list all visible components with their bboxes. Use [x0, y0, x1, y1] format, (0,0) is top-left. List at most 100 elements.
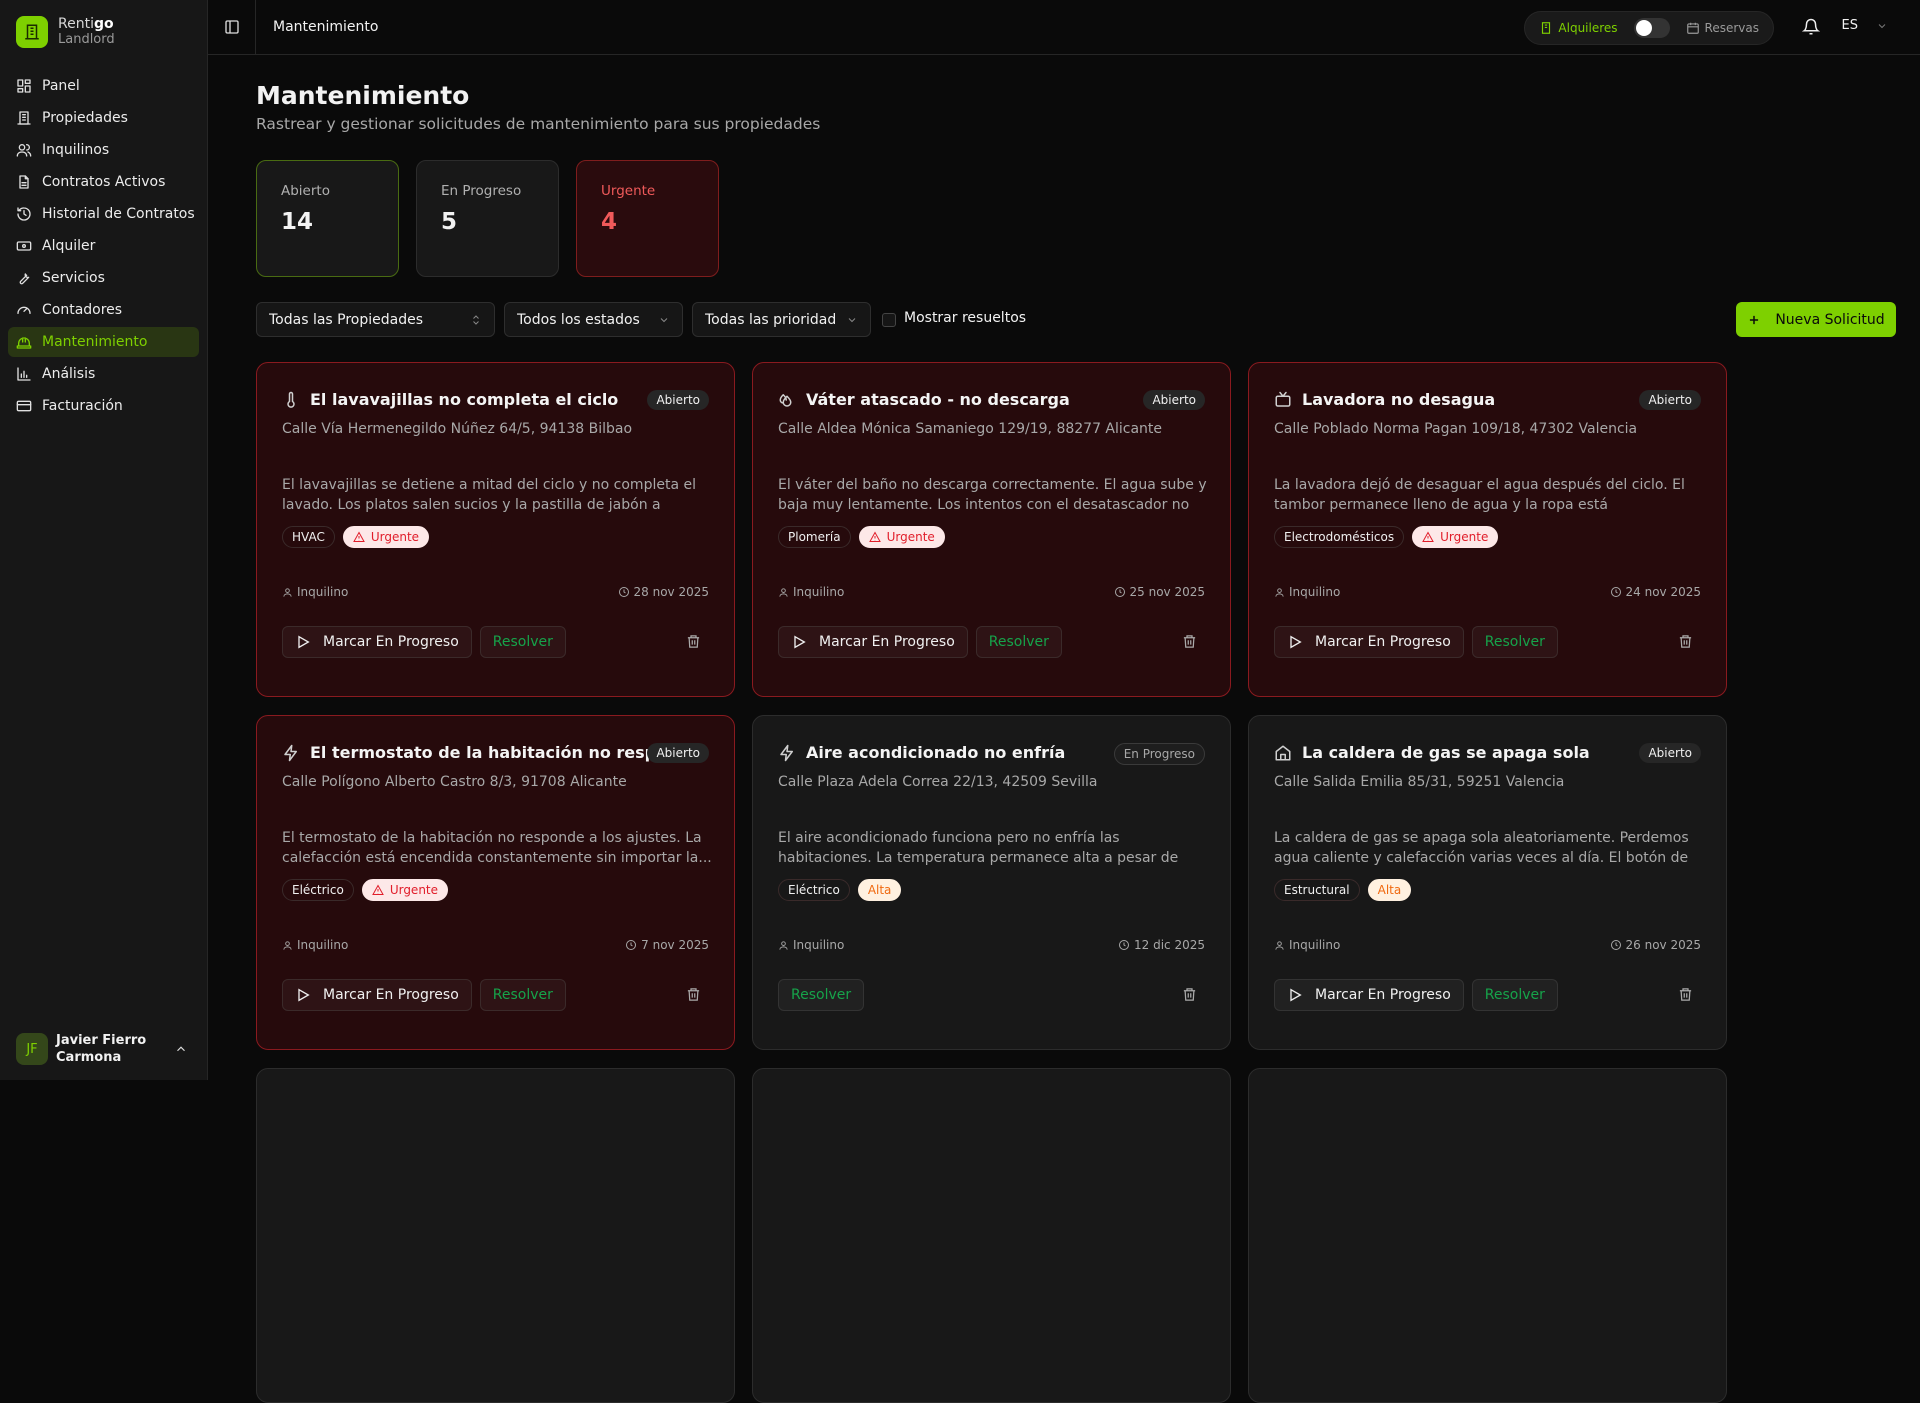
chevron-down-icon: [658, 314, 670, 326]
request-card[interactable]: El termostato de la habitación no respon…: [256, 715, 735, 1050]
alert-triangle-icon: [869, 531, 881, 543]
new-request-button[interactable]: Nueva Solicitud: [1736, 302, 1896, 337]
delete-button[interactable]: [1678, 987, 1693, 1002]
clock-icon: [625, 939, 637, 951]
request-title-text: Váter atascado - no descarga: [806, 390, 1070, 409]
new-request-label: Nueva Solicitud: [1775, 312, 1884, 328]
sidebar-item-facturacion[interactable]: Facturación: [8, 391, 199, 421]
mark-in-progress-label: Marcar En Progreso: [1315, 634, 1451, 650]
request-address: Calle Aldea Mónica Samaniego 129/19, 882…: [778, 421, 1162, 437]
status-select[interactable]: Todos los estados: [504, 302, 683, 337]
calendar-icon: [1686, 21, 1700, 35]
request-card[interactable]: El lavavajillas no completa el ciclo Abi…: [256, 362, 735, 697]
sidebar-item-servicios[interactable]: Servicios: [8, 263, 199, 293]
sidebar-item-contratos-activos[interactable]: Contratos Activos: [8, 167, 199, 197]
sidebar-item-label: Contratos Activos: [42, 174, 165, 190]
mode-toggle[interactable]: [1634, 18, 1670, 38]
request-date: 28 nov 2025: [618, 585, 710, 599]
delete-button[interactable]: [686, 987, 701, 1002]
delete-button[interactable]: [1182, 634, 1197, 649]
request-title-text: Lavadora no desagua: [1302, 390, 1495, 409]
request-card-partial[interactable]: [256, 1068, 735, 1403]
delete-button[interactable]: [686, 634, 701, 649]
request-description: La lavadora dejó de desaguar el agua des…: [1274, 475, 1706, 515]
category-tag: HVAC: [282, 526, 335, 548]
show-resolved-label[interactable]: Mostrar resueltos: [904, 310, 1026, 326]
trash-icon: [1182, 634, 1197, 649]
sidebar-item-analisis[interactable]: Análisis: [8, 359, 199, 389]
resolve-button[interactable]: Resolver: [480, 979, 566, 1011]
resolve-label: Resolver: [791, 987, 851, 1003]
priority-select[interactable]: Todas las prioridades: [692, 302, 871, 337]
building-icon: [16, 110, 32, 126]
request-date: 7 nov 2025: [625, 938, 709, 952]
sidebar-item-propiedades[interactable]: Propiedades: [8, 103, 199, 133]
request-title: La caldera de gas se apaga sola: [1274, 743, 1590, 762]
request-card-partial[interactable]: [1248, 1068, 1727, 1403]
mark-in-progress-button[interactable]: Marcar En Progreso: [282, 626, 472, 658]
sidebar-item-mantenimiento[interactable]: Mantenimiento: [8, 327, 199, 357]
mode-bookings[interactable]: Reservas: [1686, 21, 1759, 35]
grid-icon: [16, 78, 32, 94]
reporter: Inquilino: [282, 585, 348, 599]
priority-tag: Alta: [858, 879, 902, 901]
priority-tag: Urgente: [362, 879, 448, 901]
request-card[interactable]: Aire acondicionado no enfría En Progreso…: [752, 715, 1231, 1050]
zap-icon: [778, 744, 796, 762]
request-title-text: El termostato de la habitación no respon…: [310, 743, 701, 762]
request-description: El termostato de la habitación no respon…: [282, 828, 714, 868]
sidebar-item-inquilinos[interactable]: Inquilinos: [8, 135, 199, 165]
panel-left-icon: [224, 19, 240, 35]
mark-in-progress-button[interactable]: Marcar En Progreso: [1274, 979, 1464, 1011]
resolve-button[interactable]: Resolver: [976, 626, 1062, 658]
sidebar-item-historial-de-contratos[interactable]: Historial de Contratos: [8, 199, 199, 229]
request-title-text: Aire acondicionado no enfría: [806, 743, 1065, 762]
category-tag: Electrodomésticos: [1274, 526, 1404, 548]
language-select[interactable]: ES: [1842, 18, 1888, 33]
reporter-label: Inquilino: [297, 585, 348, 599]
logo[interactable]: Rentigo Landlord: [16, 16, 115, 48]
request-card[interactable]: Váter atascado - no descarga Abierto Cal…: [752, 362, 1231, 697]
clock-icon: [618, 586, 630, 598]
request-address: Calle Plaza Adela Correa 22/13, 42509 Se…: [778, 774, 1097, 790]
resolve-button[interactable]: Resolver: [1472, 626, 1558, 658]
trash-icon: [686, 987, 701, 1002]
resolve-button[interactable]: Resolver: [480, 626, 566, 658]
user-icon: [282, 587, 293, 598]
mark-in-progress-button[interactable]: Marcar En Progreso: [282, 979, 472, 1011]
mark-in-progress-button[interactable]: Marcar En Progreso: [778, 626, 968, 658]
mode-switcher[interactable]: Alquileres Reservas: [1524, 11, 1774, 45]
user-menu[interactable]: JF Javier Fierro Carmona: [16, 1032, 192, 1066]
sidebar-toggle-button[interactable]: [208, 0, 256, 55]
stat-value: 14: [281, 209, 374, 235]
request-card[interactable]: Lavadora no desagua Abierto Calle Poblad…: [1248, 362, 1727, 697]
request-card-partial[interactable]: [752, 1068, 1231, 1403]
sidebar-item-label: Propiedades: [42, 110, 128, 126]
sidebar-item-contadores[interactable]: Contadores: [8, 295, 199, 325]
home-icon: [1274, 744, 1292, 762]
request-card[interactable]: La caldera de gas se apaga sola Abierto …: [1248, 715, 1727, 1050]
date-label: 25 nov 2025: [1130, 585, 1206, 599]
show-resolved-checkbox[interactable]: [882, 313, 896, 327]
category-tag: Estructural: [1274, 879, 1360, 901]
chevron-up-icon: [174, 1042, 188, 1056]
alert-triangle-icon: [372, 884, 384, 896]
reporter: Inquilino: [778, 938, 844, 952]
property-select[interactable]: Todas las Propiedades: [256, 302, 495, 337]
delete-button[interactable]: [1182, 987, 1197, 1002]
resolve-button[interactable]: Resolver: [778, 979, 864, 1011]
sidebar-item-alquiler[interactable]: Alquiler: [8, 231, 199, 261]
sidebar-item-panel[interactable]: Panel: [8, 71, 199, 101]
plus-icon: [1747, 313, 1761, 327]
delete-button[interactable]: [1678, 634, 1693, 649]
avatar: JF: [16, 1033, 48, 1065]
sidebar-nav: Panel Propiedades Inquilinos Contratos Acti…: [8, 71, 199, 423]
status-select-value: Todos los estados: [517, 312, 640, 328]
gauge-icon: [16, 302, 32, 318]
mode-rentals[interactable]: Alquileres: [1539, 21, 1617, 35]
card-icon: [16, 398, 32, 414]
notifications-button[interactable]: [1802, 18, 1820, 36]
resolve-button[interactable]: Resolver: [1472, 979, 1558, 1011]
mark-in-progress-label: Marcar En Progreso: [323, 987, 459, 1003]
mark-in-progress-button[interactable]: Marcar En Progreso: [1274, 626, 1464, 658]
